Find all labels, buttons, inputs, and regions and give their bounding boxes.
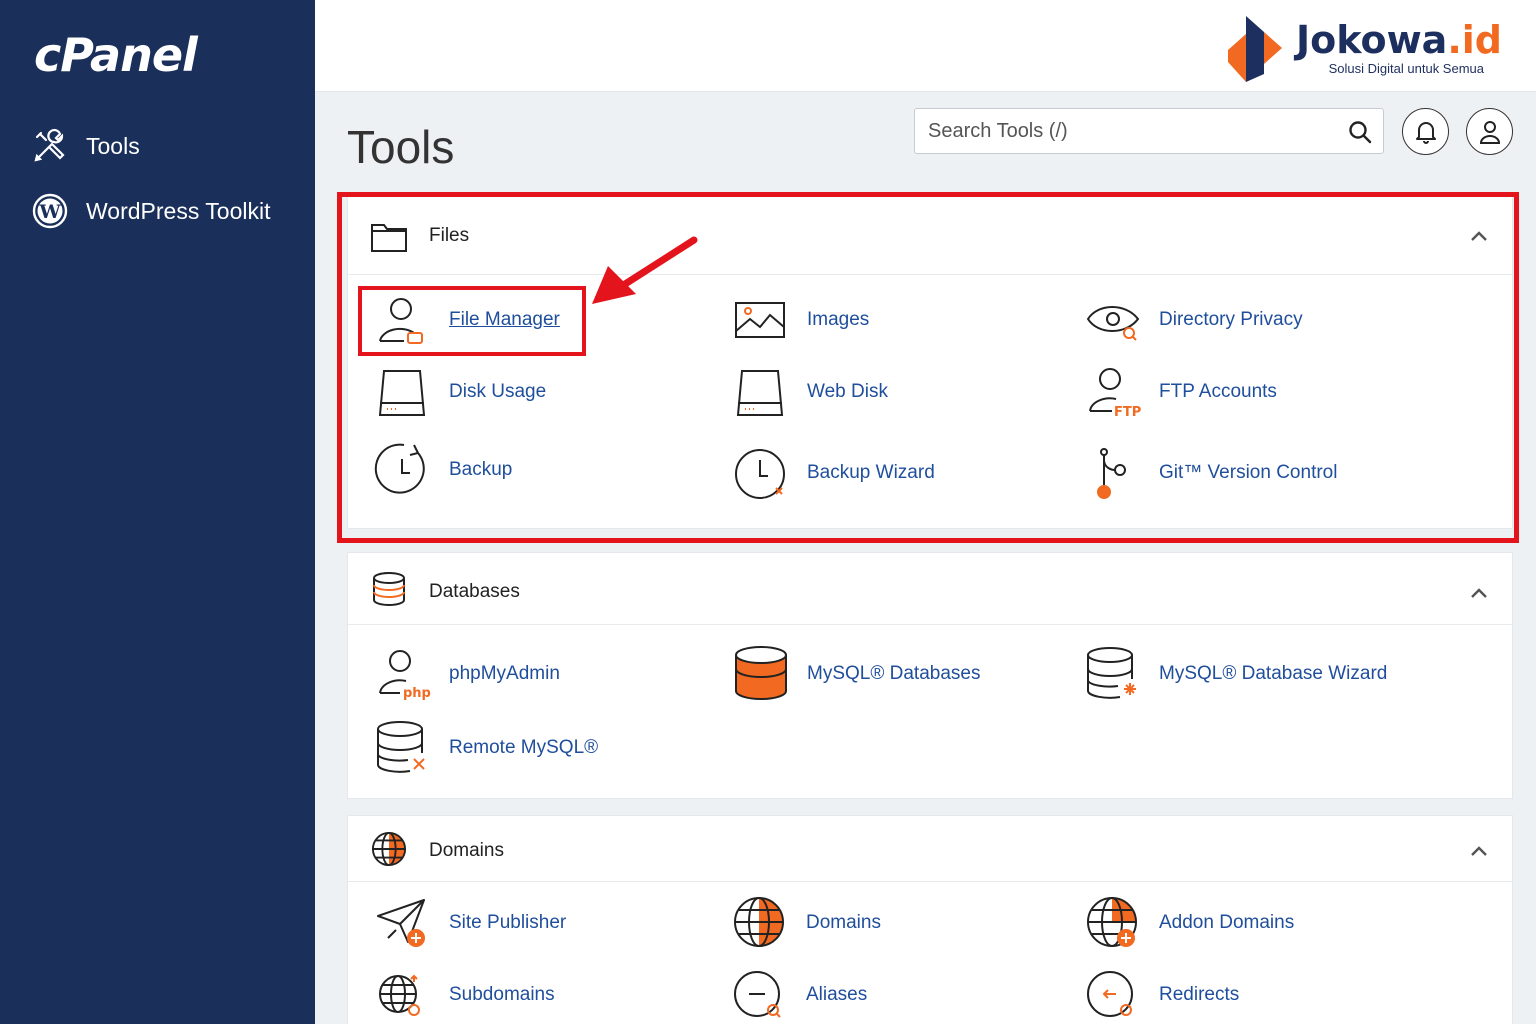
tool-label: Subdomains bbox=[449, 984, 555, 1005]
tool-file-manager[interactable]: File Manager bbox=[374, 291, 560, 349]
bell-icon bbox=[1415, 121, 1436, 144]
tool-label: Site Publisher bbox=[449, 912, 567, 933]
tool-domains[interactable]: Domains bbox=[731, 894, 881, 952]
search-input[interactable] bbox=[915, 109, 1315, 153]
phpmyadmin-icon: php bbox=[379, 650, 431, 701]
annotation-arrow-icon bbox=[592, 236, 698, 304]
tool-label: Redirects bbox=[1159, 984, 1240, 1005]
tool-subdomains[interactable]: Subdomains bbox=[374, 966, 555, 1024]
domains-panel-header[interactable]: Domains bbox=[348, 816, 1512, 882]
tool-mysql-databases[interactable]: MySQL® Databases bbox=[732, 645, 980, 703]
tool-backup[interactable]: Backup bbox=[374, 441, 512, 499]
file-manager-icon bbox=[379, 298, 423, 344]
tool-backup-wizard[interactable]: Backup Wizard bbox=[732, 444, 935, 502]
sidebar-item-label: Tools bbox=[86, 132, 140, 159]
mysql-wizard-icon bbox=[1087, 647, 1136, 699]
page-title: Tools bbox=[347, 121, 455, 173]
sidebar-item-label: WordPress Toolkit bbox=[86, 197, 271, 224]
tool-ftp-accounts[interactable]: FTP FTP Accounts bbox=[1084, 363, 1277, 421]
chevron-up-icon[interactable] bbox=[1470, 586, 1488, 600]
tool-label: Disk Usage bbox=[449, 381, 547, 402]
wordpress-icon: W bbox=[32, 193, 68, 229]
jokowa-logo-icon bbox=[1227, 16, 1282, 82]
domains-panel-title: Domains bbox=[429, 840, 504, 861]
tool-label: Addon Domains bbox=[1159, 912, 1295, 933]
sidebar-item-wordpress-toolkit[interactable]: W WordPress Toolkit bbox=[32, 193, 271, 229]
images-icon bbox=[735, 302, 785, 338]
mysql-databases-icon bbox=[735, 646, 787, 700]
files-panel: Files File Manager Images Directory Priv… bbox=[347, 196, 1513, 529]
tool-mysql-database-wizard[interactable]: MySQL® Database Wizard bbox=[1084, 645, 1387, 703]
redirects-icon bbox=[1087, 971, 1133, 1017]
files-panel-header[interactable]: Files bbox=[348, 197, 1512, 275]
disk-usage-icon bbox=[378, 370, 426, 416]
chevron-up-icon[interactable] bbox=[1470, 844, 1488, 858]
tool-git-version-control[interactable]: Git™ Version Control bbox=[1084, 444, 1337, 502]
databases-panel-header[interactable]: Databases bbox=[348, 553, 1512, 625]
files-panel-title: Files bbox=[429, 225, 470, 246]
user-icon bbox=[1479, 120, 1500, 144]
database-icon bbox=[373, 572, 405, 606]
globe-icon bbox=[371, 831, 407, 867]
tool-addon-domains[interactable]: Addon Domains bbox=[1084, 894, 1294, 952]
databases-panel: Databases php phpMyAdmin MySQL® Database… bbox=[347, 552, 1513, 799]
tool-label: Domains bbox=[806, 912, 881, 933]
tool-label: MySQL® Database Wizard bbox=[1159, 663, 1388, 684]
addon-domains-icon bbox=[1087, 897, 1137, 947]
tool-label: Backup Wizard bbox=[807, 462, 935, 483]
sidebar: cPanel Tools W WordPress Toolkit bbox=[0, 0, 315, 1024]
tool-aliases[interactable]: Aliases bbox=[731, 966, 867, 1024]
brand-name: Jokowa.id bbox=[1295, 17, 1502, 62]
search-box bbox=[914, 108, 1384, 154]
sidebar-item-tools[interactable]: Tools bbox=[32, 128, 140, 164]
tool-label: Web Disk bbox=[807, 381, 888, 402]
databases-panel-title: Databases bbox=[429, 581, 520, 602]
tool-label: phpMyAdmin bbox=[449, 663, 560, 684]
tool-label: File Manager bbox=[449, 309, 560, 330]
domains-panel: Domains Site Publisher Domains Addon Dom… bbox=[347, 815, 1513, 1024]
subdomains-icon bbox=[379, 974, 420, 1016]
backup-wizard-icon bbox=[735, 449, 785, 499]
domains-globe-icon bbox=[734, 897, 784, 947]
remote-mysql-icon bbox=[377, 721, 425, 773]
tools-icon bbox=[34, 128, 65, 162]
tool-remote-mysql[interactable]: Remote MySQL® bbox=[374, 719, 598, 777]
cpanel-logo[interactable]: cPanel bbox=[34, 28, 198, 82]
tool-disk-usage[interactable]: Disk Usage bbox=[374, 363, 546, 421]
backup-clock-icon bbox=[374, 443, 425, 494]
aliases-icon bbox=[734, 971, 781, 1018]
tool-directory-privacy[interactable]: Directory Privacy bbox=[1084, 291, 1303, 349]
chevron-up-icon[interactable] bbox=[1470, 229, 1488, 243]
git-branch-icon bbox=[1097, 448, 1126, 499]
tool-phpmyadmin[interactable]: php phpMyAdmin bbox=[374, 645, 560, 703]
ftp-user-icon: FTP bbox=[1089, 368, 1141, 420]
tool-site-publisher[interactable]: Site Publisher bbox=[374, 894, 566, 952]
tool-label: Remote MySQL® bbox=[449, 737, 599, 758]
brand-logo: Jokowa.id Solusi Digital untuk Semua bbox=[1224, 12, 1502, 82]
eye-icon bbox=[1086, 306, 1140, 341]
tool-label: Backup bbox=[449, 459, 513, 480]
notifications-button[interactable] bbox=[1402, 108, 1449, 155]
tool-label: FTP Accounts bbox=[1159, 381, 1277, 402]
tool-label: MySQL® Databases bbox=[807, 663, 981, 684]
tool-label: Aliases bbox=[806, 984, 868, 1005]
svg-text:W: W bbox=[38, 201, 61, 223]
user-menu-button[interactable] bbox=[1466, 108, 1513, 155]
svg-text:php: php bbox=[403, 686, 431, 701]
svg-text:FTP: FTP bbox=[1114, 405, 1141, 420]
tool-images[interactable]: Images bbox=[732, 291, 869, 349]
folder-icon bbox=[371, 224, 407, 252]
tool-label: Images bbox=[807, 309, 870, 330]
tool-redirects[interactable]: Redirects bbox=[1084, 966, 1239, 1024]
web-disk-icon bbox=[736, 370, 784, 416]
topbar: Jokowa.id Solusi Digital untuk Semua bbox=[315, 0, 1536, 92]
tool-label: Git™ Version Control bbox=[1159, 462, 1338, 483]
search-icon[interactable] bbox=[1347, 119, 1373, 145]
site-publisher-icon bbox=[377, 899, 425, 947]
tool-label: Directory Privacy bbox=[1159, 309, 1303, 330]
tool-web-disk[interactable]: Web Disk bbox=[732, 363, 888, 421]
brand-tagline: Solusi Digital untuk Semua bbox=[1328, 60, 1484, 76]
